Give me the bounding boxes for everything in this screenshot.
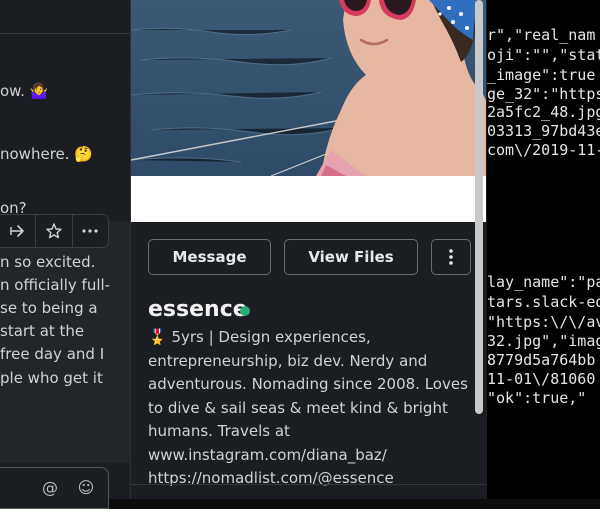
profile-panel: Message View Files essence 🎖️ 5yrs | Des… xyxy=(130,0,488,499)
json-code-pane: r","real_nam oji":"","stat _image":true … xyxy=(487,0,600,499)
code-line: 32.jpg","imag xyxy=(487,332,600,350)
message-composer[interactable]: @ ☺ xyxy=(0,467,109,509)
message-text-line: start at the xyxy=(0,322,85,340)
star-icon[interactable] xyxy=(36,215,71,247)
panel-divider xyxy=(131,484,486,485)
code-line: ge_32":"https xyxy=(487,85,600,103)
profile-photo xyxy=(131,0,486,176)
code-line: lay_name":"pa xyxy=(487,273,600,291)
view-files-button[interactable]: View Files xyxy=(284,239,418,275)
code-line: oji":"","stat xyxy=(487,46,600,64)
more-horizontal-icon[interactable] xyxy=(73,215,108,247)
message-text-line: nowhere. 🤔 xyxy=(0,145,93,163)
code-line: 11-01\/81060 xyxy=(487,370,596,388)
message-text-line: se to being a xyxy=(0,299,98,317)
code-line: _image":true xyxy=(487,66,596,84)
code-line: tars.slack-ed xyxy=(487,293,600,311)
share-arrow-icon[interactable] xyxy=(0,215,35,247)
code-line: "ok":true," xyxy=(487,389,587,407)
message-actions-toolbar xyxy=(0,214,109,248)
profile-name: essence xyxy=(148,297,248,322)
code-line: "https:\/\/av xyxy=(487,313,600,331)
message-text-line: free day and I xyxy=(0,345,105,363)
online-status-icon xyxy=(240,306,250,316)
code-line: 03313_97bd43e xyxy=(487,122,600,140)
code-line: r","real_nam xyxy=(487,26,596,44)
code-line: 2a5fc2_48.jpg xyxy=(487,103,600,121)
code-line: 8779d5a764bb xyxy=(487,351,596,369)
chat-header xyxy=(0,0,130,34)
message-button[interactable]: Message xyxy=(148,239,271,275)
emoji-icon[interactable]: ☺ xyxy=(76,478,96,498)
code-line: com\/2019-11- xyxy=(487,141,600,159)
message-text-line: ple who get it xyxy=(0,369,103,387)
chat-pane: ow. 🤷‍♀️ nowhere. 🤔 on? n so excited. n … xyxy=(0,0,130,509)
message-text-line: n so excited. xyxy=(0,253,96,271)
message-text-line: n officially full- xyxy=(0,276,111,294)
message-text-line: ow. 🤷‍♀️ xyxy=(0,82,49,100)
profile-bio: 🎖️ 5yrs | Design experiences, entreprene… xyxy=(148,328,468,487)
photo-bottom-strip xyxy=(131,176,486,222)
mention-icon[interactable]: @ xyxy=(40,478,60,498)
more-vertical-icon[interactable] xyxy=(431,239,471,275)
